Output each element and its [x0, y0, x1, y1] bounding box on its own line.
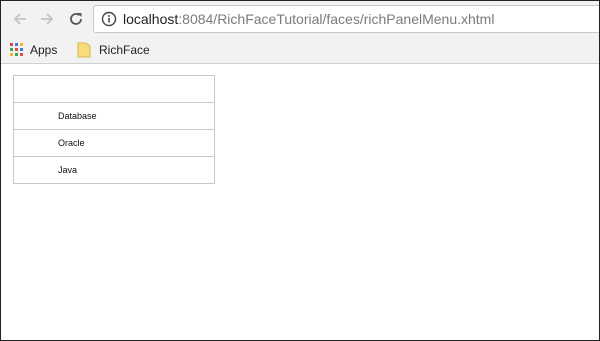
menu-item-oracle[interactable]: Oracle: [14, 130, 214, 157]
apps-bookmark[interactable]: Apps: [10, 42, 57, 58]
url-text: localhost:8084/RichFaceTutorial/faces/ri…: [123, 11, 494, 27]
reload-icon: [70, 13, 82, 25]
panel-menu: Database Oracle Java: [13, 75, 215, 184]
bookmarks-bar: Apps RichFace: [1, 37, 599, 64]
panel-menu-header[interactable]: [14, 76, 214, 103]
arrow-right-icon: [41, 13, 54, 25]
browser-window: localhost:8084/RichFaceTutorial/faces/ri…: [0, 0, 600, 341]
reload-button[interactable]: [65, 8, 87, 30]
url-host: localhost: [123, 11, 179, 27]
browser-toolbar: localhost:8084/RichFaceTutorial/faces/ri…: [1, 1, 599, 37]
arrow-left-icon: [13, 13, 26, 25]
richface-label: RichFace: [99, 43, 150, 57]
address-bar[interactable]: localhost:8084/RichFaceTutorial/faces/ri…: [93, 5, 599, 33]
folder-icon: [77, 42, 91, 58]
forward-button[interactable]: [36, 8, 58, 30]
richface-bookmark[interactable]: RichFace: [77, 42, 150, 58]
url-path: :8084/RichFaceTutorial/faces/richPanelMe…: [178, 11, 495, 27]
apps-grid-icon: [10, 43, 23, 56]
apps-label: Apps: [30, 43, 58, 57]
back-button[interactable]: [9, 8, 31, 30]
menu-item-java[interactable]: Java: [14, 157, 214, 184]
menu-item-database[interactable]: Database: [14, 103, 214, 130]
info-icon[interactable]: [101, 11, 117, 27]
